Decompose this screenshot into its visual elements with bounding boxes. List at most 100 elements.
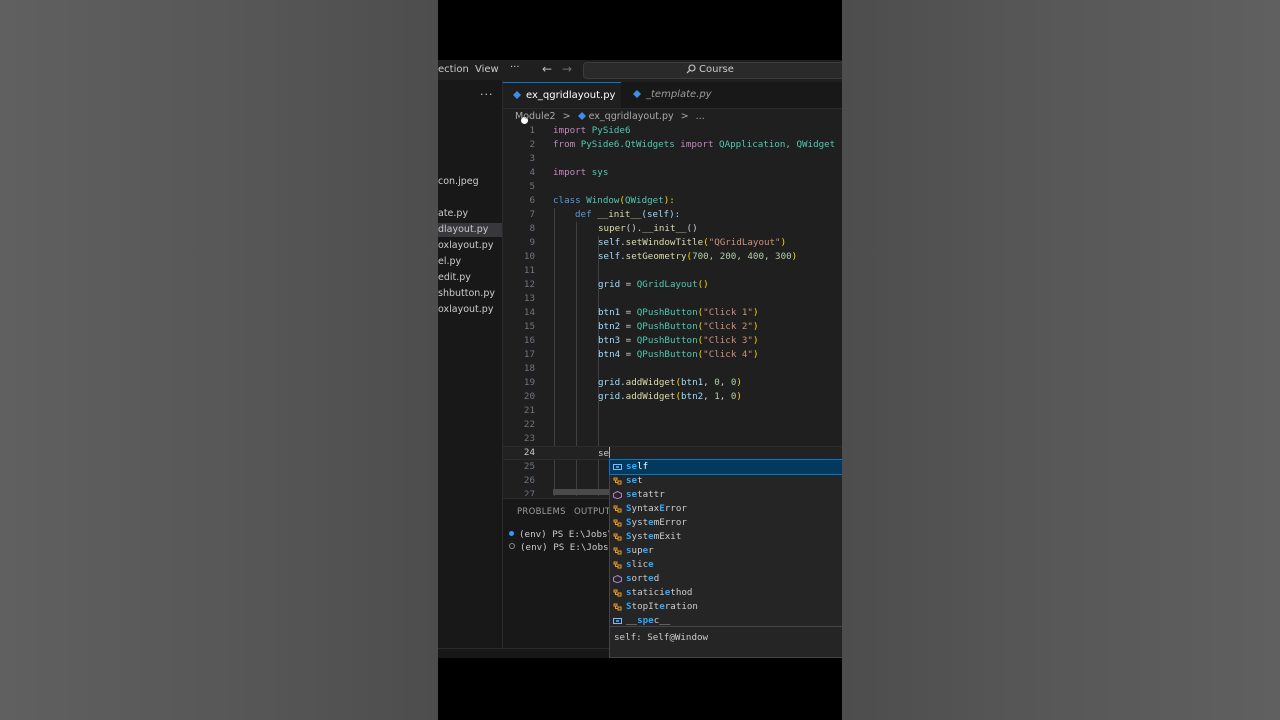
- autocomplete-item-label: staticiethod: [626, 587, 693, 598]
- explorer-file[interactable]: edit.py: [438, 271, 502, 285]
- autocomplete-item-label: sorted: [626, 573, 660, 584]
- code-line: 22: [523, 419, 535, 430]
- background-left: [0, 0, 438, 720]
- autocomplete-item-label: StopIteration: [626, 601, 698, 612]
- breadcrumb-file[interactable]: ex_qgridlayout.py: [589, 111, 674, 122]
- editor-tab-bar: ex_qgridlayout.py _template.py: [503, 82, 842, 124]
- background-right: [842, 0, 1280, 720]
- autocomplete-item[interactable]: staticiethod: [610, 586, 842, 600]
- explorer-file[interactable]: oxlayout.py: [438, 239, 502, 253]
- code-editor[interactable]: 1 import PySide6 2 from PySide6.QtWidgets …: [503, 124, 842, 496]
- class-kind-icon: [613, 505, 622, 513]
- autocomplete-item[interactable]: SystemError: [610, 516, 842, 530]
- class-kind-icon: [613, 533, 622, 541]
- breadcrumb-separator: >: [680, 111, 689, 122]
- python-file-icon: [577, 112, 586, 120]
- code-line: 19 grid.addWidget(btn1, 0, 0): [523, 377, 742, 388]
- explorer-sidebar: ··· con.jpeg ate.py dlayout.py oxlayout.…: [438, 80, 503, 658]
- terminal-line: (env) PS E:\Jobs\: [509, 542, 614, 553]
- variable-kind-icon: [613, 464, 622, 470]
- class-kind-icon: [613, 547, 622, 555]
- terminal-status-dot-icon: [509, 543, 515, 549]
- code-line: 5: [529, 181, 535, 192]
- explorer-file[interactable]: ate.py: [438, 207, 502, 221]
- breadcrumb-folder[interactable]: Module2: [515, 111, 556, 122]
- breadcrumb: Module2 > ex_qgridlayout.py > ...: [515, 111, 709, 122]
- code-line: 12 grid = QGridLayout(): [523, 279, 709, 290]
- autocomplete-item[interactable]: SyntaxError: [610, 502, 842, 516]
- autocomplete-item-label: super: [626, 545, 654, 556]
- tab-template[interactable]: _template.py: [621, 82, 719, 108]
- code-line: 6 class Window(QWidget):: [529, 195, 675, 206]
- code-line: 10 self.setGeometry(700, 200, 400, 300): [523, 251, 798, 262]
- search-icon: [686, 64, 696, 74]
- code-line: 16 btn3 = QPushButton("Click 3"): [523, 335, 759, 346]
- code-line: 23: [523, 433, 535, 444]
- python-file-icon: [513, 91, 521, 99]
- code-line: 2 from PySide6.QtWidgets import QApplicat…: [529, 139, 836, 150]
- autocomplete-item-label: SystemError: [626, 517, 687, 528]
- class-kind-icon: [613, 589, 622, 597]
- code-line: 11: [523, 265, 535, 276]
- class-kind-icon: [613, 519, 622, 527]
- terminal-line: (env) PS E:\Jobs\: [509, 529, 613, 540]
- code-line: 9 self.setWindowTitle("QGridLayout"): [529, 237, 787, 248]
- tab-problems[interactable]: PROBLEMS: [517, 507, 566, 517]
- terminal-status-dot-icon: [509, 531, 514, 536]
- autocomplete-item[interactable]: self: [609, 459, 842, 475]
- function-kind-icon: [613, 491, 622, 499]
- explorer-file[interactable]: el.py: [438, 255, 502, 269]
- explorer-file-selected[interactable]: dlayout.py: [438, 223, 502, 237]
- menu-view[interactable]: View: [475, 64, 499, 75]
- code-line: 7 def __init__(self):: [529, 209, 681, 220]
- autocomplete-item[interactable]: SystemExit: [610, 530, 842, 544]
- text-cursor: [609, 447, 611, 458]
- autocomplete-item[interactable]: setattr: [610, 488, 842, 502]
- code-line: 3: [529, 153, 535, 164]
- explorer-more-button[interactable]: ···: [480, 88, 494, 101]
- breadcrumb-separator: >: [562, 111, 571, 122]
- tab-label: ex_qgridlayout.py: [526, 90, 616, 101]
- autocomplete-item-label: set: [626, 475, 643, 486]
- autocomplete-item-label: SystemExit: [626, 531, 682, 542]
- code-line: 13: [523, 293, 535, 304]
- vscode-window: ection View ··· ← → Course ··· con.jpeg …: [438, 60, 842, 658]
- title-bar: ection View ··· ← → Course: [438, 60, 842, 80]
- autocomplete-item-label: slice: [626, 559, 654, 570]
- forward-arrow-icon[interactable]: →: [562, 62, 572, 76]
- autocomplete-list: self set setattr SyntaxError SystemError Syst…: [609, 459, 842, 627]
- code-line: 18: [523, 363, 535, 374]
- autocomplete-item-label: SyntaxError: [626, 503, 687, 514]
- current-code-line[interactable]: 24 se: [503, 446, 842, 460]
- class-kind-icon: [613, 477, 622, 485]
- code-line: 8 super().__init__(): [529, 223, 698, 234]
- code-line: 1 import PySide6: [529, 125, 631, 136]
- autocomplete-item[interactable]: set: [610, 474, 842, 488]
- autocomplete-item[interactable]: sorted: [610, 572, 842, 586]
- command-center-search[interactable]: Course: [583, 62, 842, 79]
- autocomplete-item[interactable]: slice: [610, 558, 842, 572]
- explorer-file[interactable]: con.jpeg: [438, 175, 502, 189]
- explorer-file[interactable]: shbutton.py: [438, 287, 502, 301]
- autocomplete-item[interactable]: super: [610, 544, 842, 558]
- explorer-file[interactable]: oxlayout.py: [438, 303, 502, 317]
- tab-output[interactable]: OUTPUT: [574, 507, 610, 517]
- code-line: 20 grid.addWidget(btn2, 1, 0): [523, 391, 742, 402]
- search-label: Course: [699, 64, 734, 75]
- autocomplete-item[interactable]: __spec__: [610, 614, 842, 628]
- code-line: 17 btn4 = QPushButton("Click 4"): [523, 349, 759, 360]
- python-file-icon: [633, 90, 641, 98]
- breadcrumb-symbol[interactable]: ...: [696, 111, 705, 122]
- typed-text: se: [598, 448, 610, 459]
- menu-more-button[interactable]: ···: [510, 62, 520, 73]
- code-line: 4 import sys: [529, 167, 609, 178]
- video-frame: ection View ··· ← → Course ··· con.jpeg …: [438, 0, 842, 720]
- back-arrow-icon[interactable]: ←: [542, 62, 552, 76]
- menu-selection[interactable]: ection: [438, 64, 469, 75]
- autocomplete-item[interactable]: StopIteration: [610, 600, 842, 614]
- code-line: 14 btn1 = QPushButton("Click 1"): [523, 307, 759, 318]
- class-kind-icon: [613, 561, 622, 569]
- tab-ex-qgridlayout[interactable]: ex_qgridlayout.py: [503, 82, 621, 124]
- code-line: 15 btn2 = QPushButton("Click 2"): [523, 321, 759, 332]
- function-kind-icon: [613, 575, 622, 583]
